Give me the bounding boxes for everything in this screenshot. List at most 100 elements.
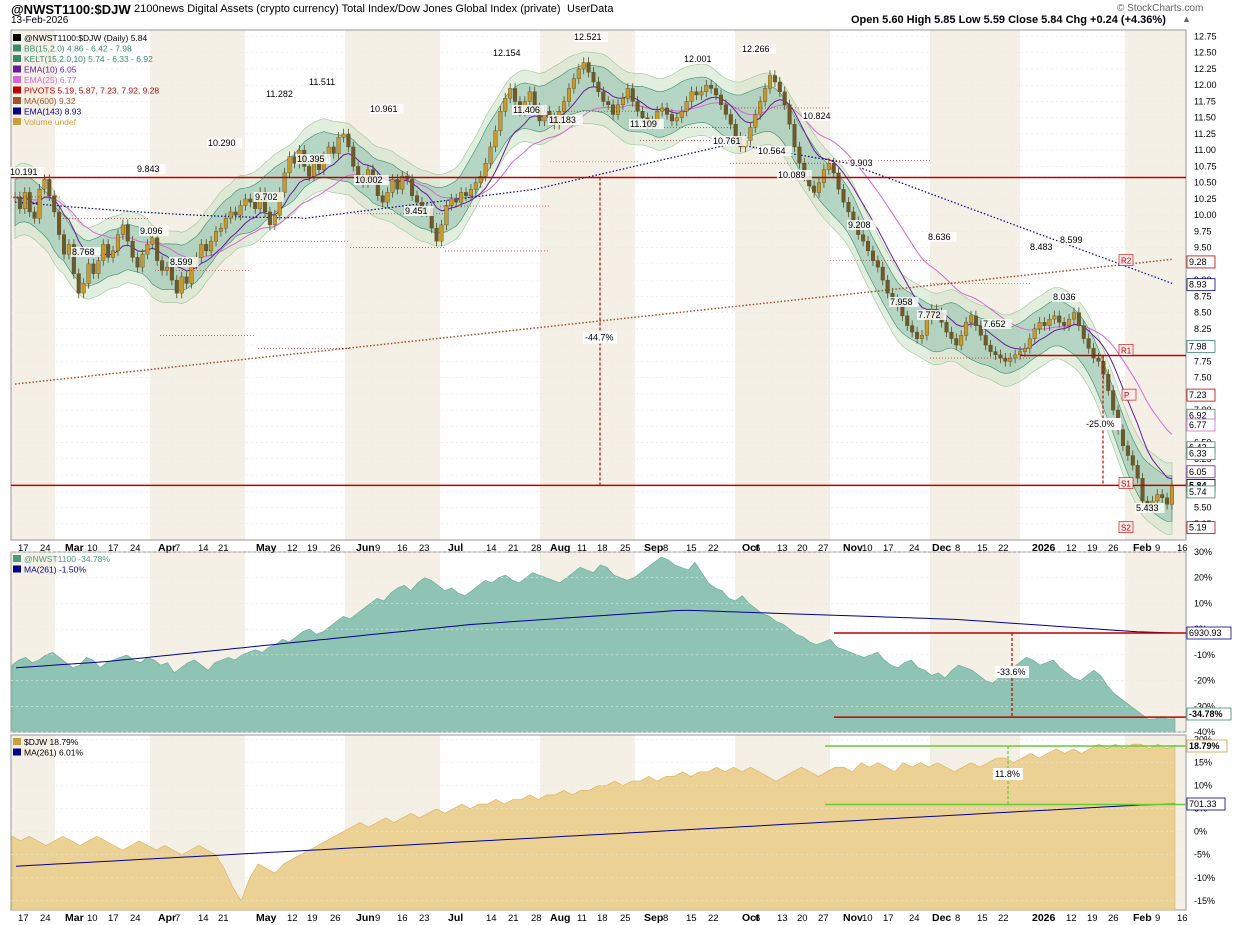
x-tick-label-top: 7 <box>175 543 180 554</box>
candle <box>694 91 699 96</box>
x-tick-label-top: 22 <box>708 543 719 554</box>
candle <box>861 234 866 242</box>
candle <box>1076 312 1081 326</box>
candle <box>988 344 993 352</box>
candle <box>606 101 611 105</box>
candle <box>900 305 905 317</box>
y-tick-label: 9.50 <box>1194 243 1212 253</box>
candle <box>831 162 836 174</box>
candle <box>826 162 831 170</box>
candle <box>439 224 444 242</box>
annotation-label: -33.6% <box>997 667 1026 677</box>
candle <box>1037 322 1042 330</box>
y-tick-label: 11.75 <box>1194 96 1216 106</box>
candle <box>562 101 567 112</box>
annotation-label: -44.7% <box>585 333 614 343</box>
x-tick-label-top: 17 <box>883 543 894 554</box>
y-tick-label: 8.25 <box>1194 324 1212 334</box>
x-tick-label-top: 12 <box>287 543 298 554</box>
x-tick-label-bottom: Nov <box>843 912 863 924</box>
pivot-tag: S2 <box>1121 524 1131 533</box>
candle <box>174 279 179 294</box>
x-tick-label-top: 8 <box>663 543 668 554</box>
x-tick-label-bottom: 24 <box>130 913 141 924</box>
candle <box>160 260 165 271</box>
y-tick-label: 8.75 <box>1194 291 1212 301</box>
candle <box>459 192 464 203</box>
candle <box>630 88 635 102</box>
price-label: 11.183 <box>549 115 576 125</box>
legend-label: PIVOTS 5.19, 5.87, 7.23, 7.92, 9.28 <box>24 86 159 96</box>
x-tick-label-bottom: 24 <box>40 913 51 924</box>
x-tick-label-top: 21 <box>508 543 519 554</box>
x-tick-label-top: 9 <box>375 543 380 554</box>
x-tick-label-top: 23 <box>419 543 430 554</box>
x-tick-label-bottom: 8 <box>663 913 668 924</box>
candle <box>1155 494 1160 502</box>
candle <box>660 107 665 112</box>
price-label: 10.089 <box>778 170 806 180</box>
x-tick-label-bottom: 21 <box>508 913 519 924</box>
candle <box>772 75 777 83</box>
candle <box>846 201 851 213</box>
legend-label: EMA(143) 8.93 <box>24 107 81 117</box>
annotation-label: 11.8% <box>995 769 1020 779</box>
candle <box>503 98 508 112</box>
legend-label: EMA(25) 6.77 <box>24 75 77 85</box>
candle <box>42 179 47 190</box>
pivot-tag: R1 <box>1121 346 1132 355</box>
price-label: 11.406 <box>513 105 540 115</box>
candle <box>1042 322 1047 326</box>
x-tick-label-top: 10 <box>87 543 98 554</box>
candle <box>513 88 518 102</box>
candle <box>679 111 684 118</box>
candle <box>1022 348 1027 352</box>
candle <box>22 192 27 209</box>
candle <box>576 68 581 79</box>
candle <box>640 111 645 118</box>
candle <box>1135 465 1140 479</box>
y-tick-label: 12.75 <box>1194 31 1217 41</box>
y-tick-label: -10% <box>1194 873 1215 883</box>
y-tick-label: -20% <box>1194 676 1215 686</box>
value-tag: 6.05 <box>1189 467 1207 477</box>
price-label: 10.564 <box>758 146 786 156</box>
x-tick-label-top: 9 <box>1155 543 1160 554</box>
candle <box>32 211 37 219</box>
candle <box>998 354 1003 359</box>
price-label: 9.702 <box>255 192 278 202</box>
x-tick-label-top: 6 <box>755 543 760 554</box>
x-tick-label-top: 11 <box>577 543 587 554</box>
x-tick-label-top: 24 <box>909 543 920 554</box>
x-tick-label-bottom: 17 <box>883 913 894 924</box>
legend-swatch <box>13 44 21 52</box>
candle <box>37 188 42 219</box>
candle <box>248 198 253 203</box>
price-label: 8.483 <box>1030 242 1053 252</box>
price-label: 9.208 <box>848 220 871 230</box>
x-tick-label-bottom: 26 <box>1108 913 1119 924</box>
legend-swatch <box>13 76 21 83</box>
x-tick-label-top: 14 <box>198 543 209 554</box>
candle <box>571 78 576 89</box>
x-tick-label-bottom: 20 <box>797 913 808 924</box>
candle <box>748 127 753 141</box>
candle <box>341 133 346 138</box>
candle <box>968 315 973 323</box>
x-tick-label-bottom: 22 <box>708 913 719 924</box>
x-tick-label-bottom: 22 <box>998 913 1009 924</box>
candle <box>1032 328 1037 339</box>
value-tag: 7.98 <box>1189 341 1207 351</box>
x-tick-label-bottom: 7 <box>175 913 180 924</box>
candle <box>1081 325 1086 339</box>
candle <box>57 211 62 235</box>
candle <box>47 179 52 196</box>
month-band <box>930 30 1020 540</box>
legend-swatch <box>13 107 21 115</box>
price-label: 12.521 <box>574 32 602 42</box>
x-tick-label-top: 13 <box>777 543 788 554</box>
legend-label: BB(15,2.0) 4.86 - 6.42 - 7.98 <box>24 44 132 54</box>
value-tag: 5.19 <box>1189 523 1207 533</box>
candle <box>233 211 238 216</box>
candle <box>1106 374 1111 391</box>
